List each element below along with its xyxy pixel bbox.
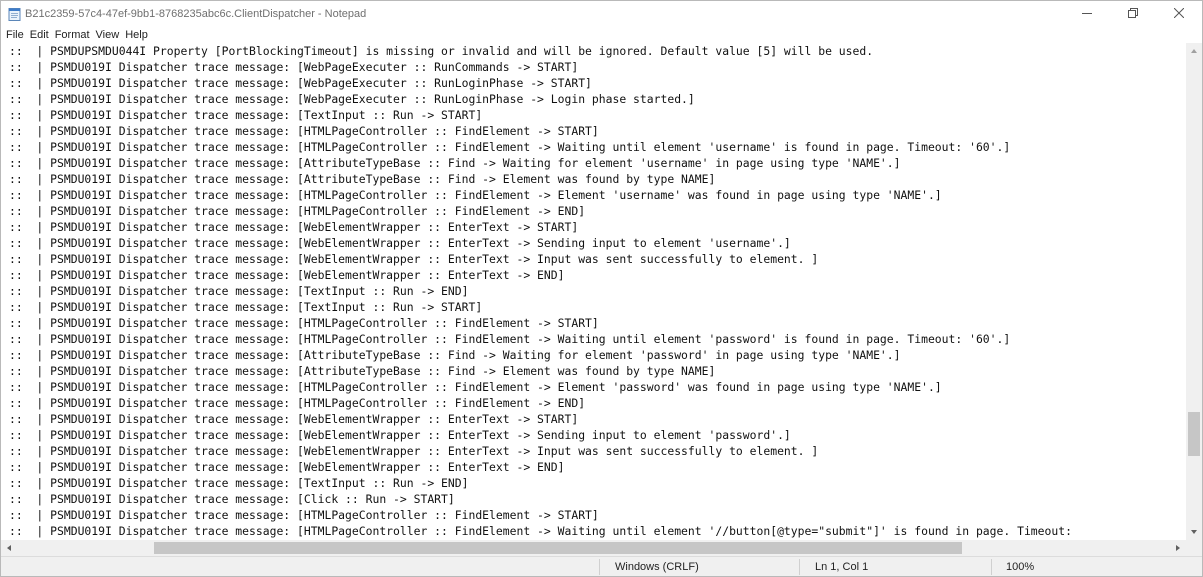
menu-help[interactable]: Help [122, 29, 151, 41]
text-line: :: | PSMDU019I Dispatcher trace message:… [9, 412, 579, 426]
text-line: :: | PSMDU019I Dispatcher trace message:… [9, 156, 901, 170]
text-line: :: | PSMDU019I Dispatcher trace message:… [9, 364, 716, 378]
text-line: :: | PSMDU019I Dispatcher trace message:… [9, 428, 791, 442]
horizontal-scroll-thumb[interactable] [154, 542, 962, 554]
text-line: :: | PSMDU019I Dispatcher trace message:… [9, 236, 791, 250]
line-ending-status: Windows (CRLF) [615, 561, 699, 573]
horizontal-scrollbar[interactable] [1, 540, 1186, 556]
text-line: :: | PSMDU019I Dispatcher trace message:… [9, 476, 469, 490]
text-line: :: | PSMDU019I Dispatcher trace message:… [9, 60, 579, 74]
text-line: :: | PSMDU019I Dispatcher trace message:… [9, 92, 695, 106]
text-line: :: | PSMDUPSMDU044I Property [PortBlocki… [9, 44, 874, 58]
text-line: :: | PSMDU019I Dispatcher trace message:… [9, 380, 942, 394]
window-title: B21c2359-57c4-47ef-9bb1-8768235abc6c.Cli… [25, 8, 367, 20]
text-line: :: | PSMDU019I Dispatcher trace message:… [9, 316, 599, 330]
text-line: :: | PSMDU019I Dispatcher trace message:… [9, 508, 599, 522]
text-line: :: | PSMDU019I Dispatcher trace message:… [9, 492, 455, 506]
text-line: :: | PSMDU019I Dispatcher trace message:… [9, 332, 1011, 346]
menu-bar: File Edit Format View Help [1, 27, 1202, 43]
text-editor[interactable]: :: | PSMDUPSMDU044I Property [PortBlocki… [1, 43, 1186, 540]
status-bar: Windows (CRLF) Ln 1, Col 1 100% [1, 556, 1202, 576]
close-icon [1173, 5, 1185, 23]
menu-view[interactable]: View [93, 29, 123, 41]
status-divider [599, 559, 600, 575]
text-line: :: | PSMDU019I Dispatcher trace message:… [9, 108, 483, 122]
vertical-scroll-thumb[interactable] [1188, 412, 1200, 456]
zoom-status: 100% [1006, 561, 1035, 573]
text-line: :: | PSMDU019I Dispatcher trace message:… [9, 220, 579, 234]
text-line: :: | PSMDU019I Dispatcher trace message:… [9, 172, 716, 186]
text-line: :: | PSMDU019I Dispatcher trace message:… [9, 396, 586, 410]
restore-icon [1128, 5, 1138, 23]
scrollbar-corner [1186, 540, 1202, 556]
maximize-button[interactable] [1110, 1, 1156, 27]
scroll-up-icon[interactable] [1191, 49, 1197, 53]
menu-file[interactable]: File [1, 29, 27, 41]
text-line: :: | PSMDU019I Dispatcher trace message:… [9, 524, 1072, 538]
vertical-scrollbar[interactable] [1186, 43, 1202, 540]
text-line: :: | PSMDU019I Dispatcher trace message:… [9, 124, 599, 138]
notepad-icon [8, 7, 21, 21]
scroll-left-icon[interactable] [7, 545, 11, 551]
text-line: :: | PSMDU019I Dispatcher trace message:… [9, 268, 565, 282]
text-line: :: | PSMDU019I Dispatcher trace message:… [9, 460, 565, 474]
minimize-icon [1082, 5, 1092, 23]
minimize-button[interactable] [1064, 1, 1110, 27]
text-line: :: | PSMDU019I Dispatcher trace message:… [9, 252, 819, 266]
text-line: :: | PSMDU019I Dispatcher trace message:… [9, 348, 901, 362]
close-button[interactable] [1156, 1, 1202, 27]
status-divider [799, 559, 800, 575]
cursor-position-status: Ln 1, Col 1 [815, 561, 869, 573]
menu-format[interactable]: Format [52, 29, 93, 41]
status-divider [991, 559, 992, 575]
text-line: :: | PSMDU019I Dispatcher trace message:… [9, 188, 942, 202]
window-controls [1064, 1, 1202, 27]
menu-edit[interactable]: Edit [27, 29, 52, 41]
text-line: :: | PSMDU019I Dispatcher trace message:… [9, 204, 586, 218]
scroll-right-icon[interactable] [1176, 545, 1180, 551]
scroll-down-icon[interactable] [1191, 530, 1197, 534]
text-line: :: | PSMDU019I Dispatcher trace message:… [9, 140, 1011, 154]
text-line: :: | PSMDU019I Dispatcher trace message:… [9, 300, 483, 314]
notepad-window: B21c2359-57c4-47ef-9bb1-8768235abc6c.Cli… [0, 0, 1203, 577]
text-line: :: | PSMDU019I Dispatcher trace message:… [9, 284, 469, 298]
text-line: :: | PSMDU019I Dispatcher trace message:… [9, 76, 592, 90]
title-bar[interactable]: B21c2359-57c4-47ef-9bb1-8768235abc6c.Cli… [1, 1, 1202, 27]
text-line: :: | PSMDU019I Dispatcher trace message:… [9, 444, 819, 458]
